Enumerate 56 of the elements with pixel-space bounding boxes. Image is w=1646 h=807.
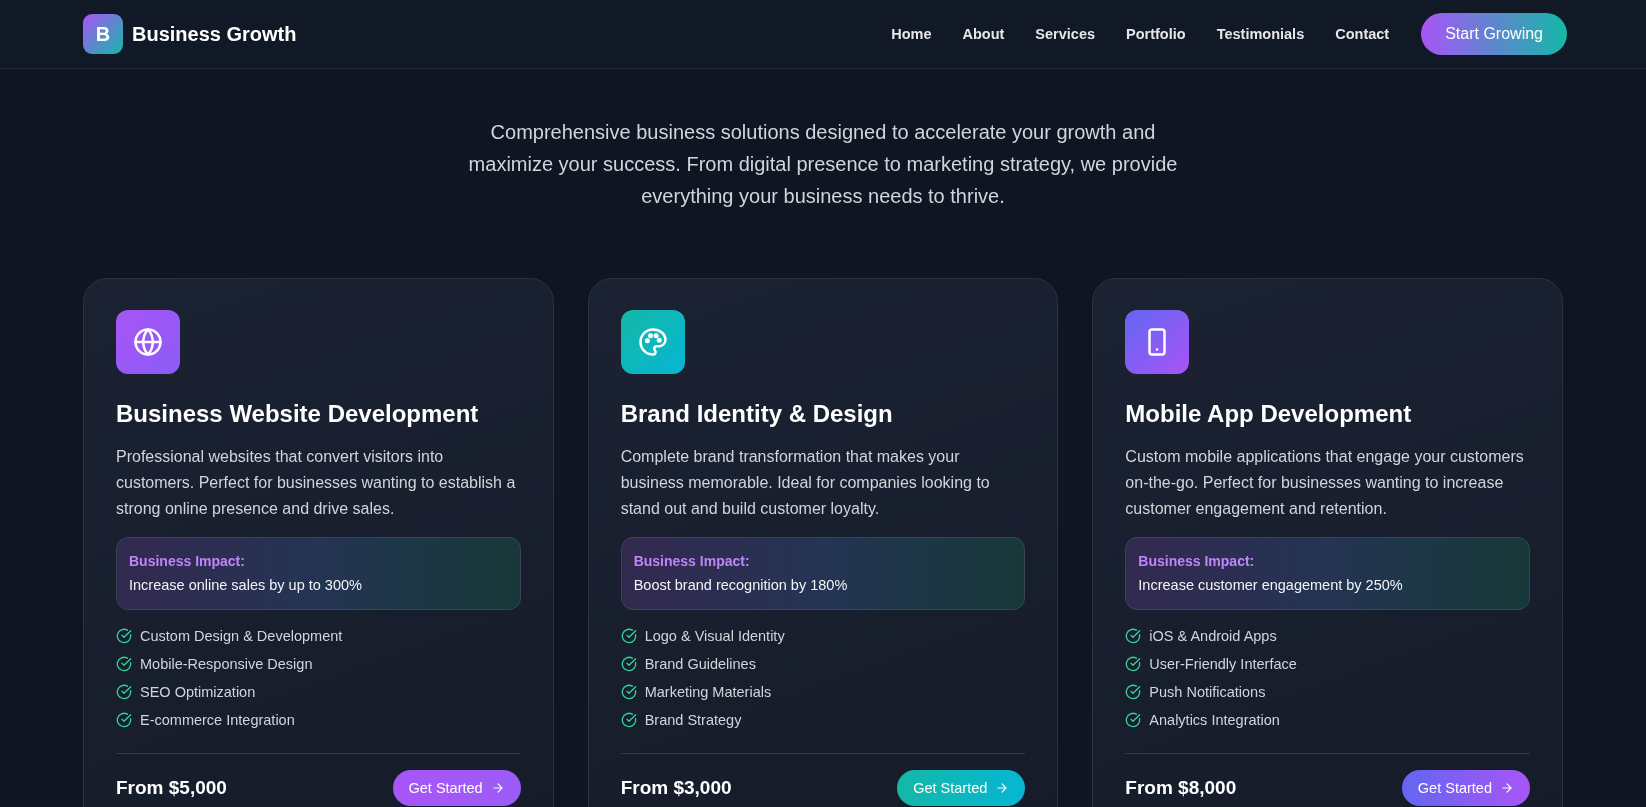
- feature-text: SEO Optimization: [140, 683, 256, 700]
- service-title: Business Website Development: [116, 399, 480, 429]
- check-circle-icon: [620, 711, 637, 728]
- palette-icon: [637, 327, 668, 357]
- nav-link[interactable]: Services: [1035, 26, 1096, 42]
- feature-text: E-commerce Integration: [140, 711, 295, 728]
- nav-link[interactable]: Contact: [1335, 26, 1390, 42]
- nav-link[interactable]: Testimonials: [1216, 26, 1305, 42]
- impact-label: Business Impact:: [633, 552, 751, 571]
- nav-link[interactable]: Home: [891, 26, 932, 42]
- impact-label: Business Impact:: [1138, 552, 1256, 571]
- check-circle-icon: [1125, 627, 1142, 644]
- feature-text: Push Notifications: [1149, 683, 1266, 700]
- check-circle-icon: [1125, 655, 1142, 672]
- start-growing-button[interactable]: Start Growing: [1421, 13, 1567, 55]
- check-circle-icon: [116, 711, 132, 728]
- check-circle-icon: [116, 627, 132, 644]
- service-title: Mobile App Development: [1125, 399, 1413, 429]
- arrow-right-icon: [995, 781, 1010, 795]
- arrow-right-icon: [1500, 781, 1514, 795]
- feature-text: Brand Guidelines: [644, 655, 756, 672]
- feature-text: Mobile-Responsive Design: [140, 655, 313, 672]
- feature-text: User-Friendly Interface: [1149, 655, 1297, 672]
- globe-icon: [133, 327, 163, 357]
- feature-text: iOS & Android Apps: [1149, 627, 1277, 644]
- impact-label: Business Impact:: [129, 552, 246, 571]
- feature-text: Custom Design & Development: [140, 627, 343, 644]
- nav-link[interactable]: Portfolio: [1126, 26, 1186, 42]
- arrow-right-icon: [490, 781, 505, 795]
- check-circle-icon: [1125, 711, 1142, 728]
- feature-text: Analytics Integration: [1149, 711, 1280, 728]
- check-circle-icon: [116, 683, 132, 700]
- check-circle-icon: [116, 655, 132, 672]
- service-description: Custom mobile applications that engage your customers on-the-go. Perfect for businesses wanting to increase customer engagement and retention.: [1125, 447, 1525, 519]
- service-description: Professional websites that convert visitors into customers. Perfect for businesses wanting to establish a strong online presence and drive sales.: [116, 447, 517, 519]
- service-title: Brand Identity & Design: [620, 399, 894, 429]
- price-text: From $3,000: [620, 777, 732, 799]
- section-description: Comprehensive business solutions designed to accelerate your growth and maximize your success. From digital presence to marketing strategy, we provide everything your business needs to thrive.: [467, 120, 1179, 209]
- check-circle-icon: [620, 683, 637, 700]
- feature-text: Logo & Visual Identity: [644, 627, 785, 644]
- impact-text: Increase online sales by up to 300%: [129, 576, 363, 595]
- nav-link[interactable]: About: [962, 26, 1005, 42]
- feature-text: Marketing Materials: [644, 683, 772, 700]
- check-circle-icon: [620, 627, 637, 644]
- brand-name[interactable]: Business Growth: [132, 22, 297, 46]
- price-text: From $5,000: [116, 777, 227, 799]
- impact-text: Boost brand recognition by 180%: [633, 576, 849, 595]
- get-started-button[interactable]: Get Started: [1401, 770, 1530, 806]
- check-circle-icon: [620, 655, 637, 672]
- feature-text: Brand Strategy: [644, 711, 742, 728]
- impact-text: Increase customer engagement by 250%: [1138, 576, 1404, 595]
- check-circle-icon: [1125, 683, 1142, 700]
- price-text: From $8,000: [1125, 777, 1237, 799]
- logo-badge[interactable]: B: [83, 14, 123, 54]
- get-started-button[interactable]: Get Started: [392, 770, 521, 806]
- service-description: Complete brand transformation that makes your business memorable. Ideal for companies looking to stand out and build customer loyalty.: [620, 447, 991, 519]
